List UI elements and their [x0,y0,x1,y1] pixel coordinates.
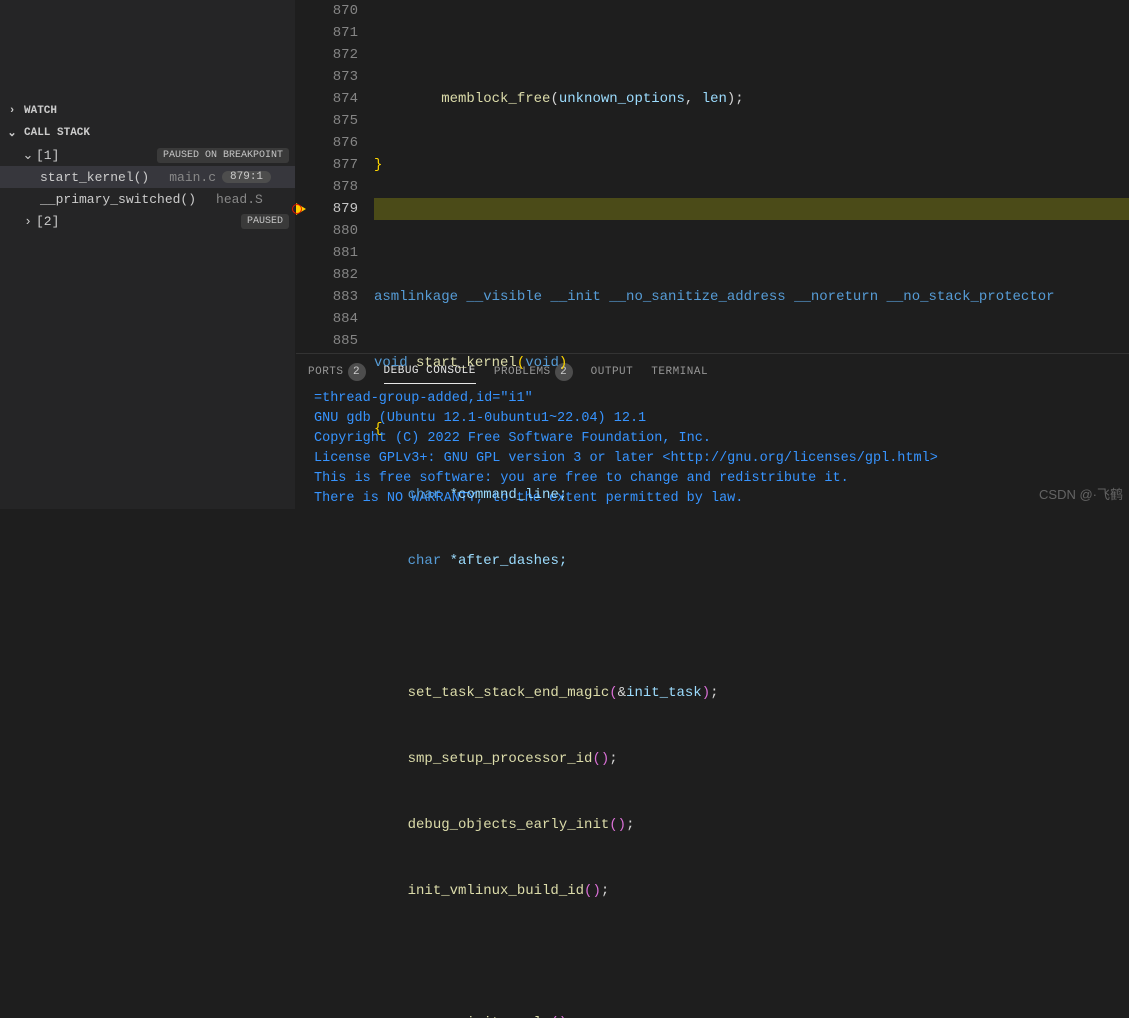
callstack-thread-2[interactable]: › [2] PAUSED [0,210,295,232]
line-number: 885 [314,330,358,352]
callstack-frame-primary-switched[interactable]: __primary_switched() head.S [0,188,295,210]
code-line: set_task_stack_end_magic(&init_task); [374,682,1129,704]
code-editor[interactable]: 870 871 872 873 874 875 876 877 878 879 … [296,0,1129,353]
code-line: } [374,154,1129,176]
line-number: 877 [314,154,358,176]
chevron-down-icon: ⌄ [20,148,36,163]
code-line: memblock_free(unknown_options, len); [374,88,1129,110]
line-number: 872 [314,44,358,66]
code-line: smp_setup_processor_id(); [374,748,1129,770]
watch-section-header[interactable]: › WATCH [0,100,295,122]
thread-label: [1] [36,148,59,163]
frame-pos-badge: 879:1 [222,171,271,183]
line-number: 880 [314,220,358,242]
code-line: void start_kernel(void) [374,352,1129,374]
line-number: 870 [314,0,358,22]
debug-sidebar: › WATCH ⌄ CALL STACK ⌄ [1] PAUSED ON BRE… [0,0,296,509]
ports-count-badge: 2 [348,363,366,381]
thread-label: [2] [36,214,59,229]
main-area: 870 871 872 873 874 875 876 877 878 879 … [296,0,1129,509]
callstack-section-header[interactable]: ⌄ CALL STACK [0,122,295,144]
callstack-thread-1[interactable]: ⌄ [1] PAUSED ON BREAKPOINT [0,144,295,166]
chevron-down-icon: ⌄ [4,126,20,140]
frame-file-label: main.c [169,170,216,185]
thread-state-badge: PAUSED ON BREAKPOINT [157,148,289,163]
code-content[interactable]: memblock_free(unknown_options, len); } a… [374,0,1129,353]
code-line: debug_objects_early_init(); [374,814,1129,836]
frame-fn-label: __primary_switched() [40,192,196,207]
breakpoint-current-icon [296,203,306,215]
line-number: 876 [314,132,358,154]
watch-section-label: WATCH [24,105,57,117]
glyph-margin [296,0,314,353]
line-number: 875 [314,110,358,132]
code-line [374,946,1129,968]
frame-fn-label: start_kernel() [40,170,149,185]
code-line: asmlinkage __visible __init __no_sanitiz… [374,286,1129,308]
line-number: 878 [314,176,358,198]
code-line: init_vmlinux_build_id(); [374,880,1129,902]
watermark-text: CSDN @·飞鹤 [1039,484,1123,503]
callstack-frame-start-kernel[interactable]: start_kernel() main.c 879:1 [0,166,295,188]
code-line: cgroup_init_early(); [374,1012,1129,1018]
chevron-right-icon: › [4,105,20,117]
line-number: 883 [314,286,358,308]
code-line: { [374,418,1129,440]
sidebar-spacer [0,0,295,100]
line-number: 874 [314,88,358,110]
current-line-highlight [374,198,1129,220]
code-line [374,220,1129,242]
tab-ports[interactable]: PORTS 2 [308,363,366,381]
line-number: 873 [314,66,358,88]
code-line [374,616,1129,638]
line-number: 884 [314,308,358,330]
chevron-right-icon: › [20,214,36,229]
line-number: 881 [314,242,358,264]
callstack-section-label: CALL STACK [24,127,90,139]
line-number: 871 [314,22,358,44]
line-number: 879 [314,198,358,220]
line-number: 882 [314,264,358,286]
line-number-gutter: 870 871 872 873 874 875 876 877 878 879 … [314,0,374,353]
code-line: char *after_dashes; [374,550,1129,572]
code-line: char *command_line; [374,484,1129,506]
frame-file-label: head.S [216,192,263,207]
thread-state-badge: PAUSED [241,214,289,229]
